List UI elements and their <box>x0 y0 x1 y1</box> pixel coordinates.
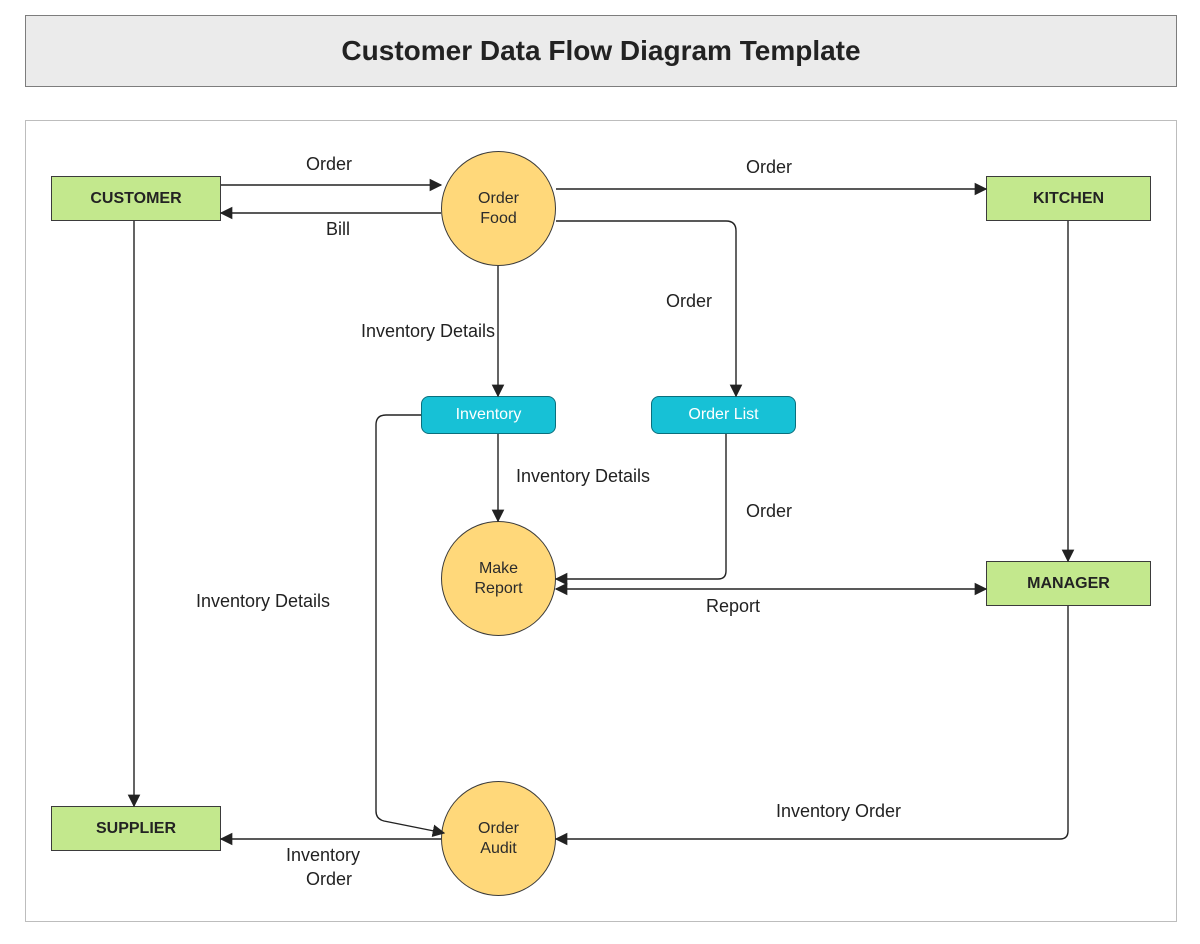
entity-manager: MANAGER <box>986 561 1151 606</box>
store-order-list: Order List <box>651 396 796 434</box>
flow-report-manager: Report <box>706 596 760 617</box>
store-inventory: Inventory <box>421 396 556 434</box>
edges-layer <box>26 121 1176 921</box>
flow-inv-audit: Inventory Details <box>196 591 330 612</box>
entity-kitchen: KITCHEN <box>986 176 1151 221</box>
flow-order-kitchen: Order <box>746 157 792 178</box>
flow-bill: Bill <box>326 219 350 240</box>
diagram-title: Customer Data Flow Diagram Template <box>25 15 1177 87</box>
flow-manager-audit: Inventory Order <box>776 801 901 822</box>
entity-customer: CUSTOMER <box>51 176 221 221</box>
flow-ofood-inventory: Inventory Details <box>361 321 495 342</box>
flow-customer-order: Order <box>306 154 352 175</box>
flow-audit-supplier-1: Inventory <box>286 845 360 866</box>
entity-supplier: SUPPLIER <box>51 806 221 851</box>
flow-ofood-orderlist: Order <box>666 291 712 312</box>
process-order-food: Order Food <box>441 151 556 266</box>
diagram-canvas: CUSTOMER KITCHEN MANAGER SUPPLIER Order … <box>25 120 1177 922</box>
flow-orderlist-report: Order <box>746 501 792 522</box>
process-make-report: Make Report <box>441 521 556 636</box>
flow-audit-supplier-2: Order <box>306 869 352 890</box>
flow-inv-report: Inventory Details <box>516 466 650 487</box>
process-order-audit: Order Audit <box>441 781 556 896</box>
